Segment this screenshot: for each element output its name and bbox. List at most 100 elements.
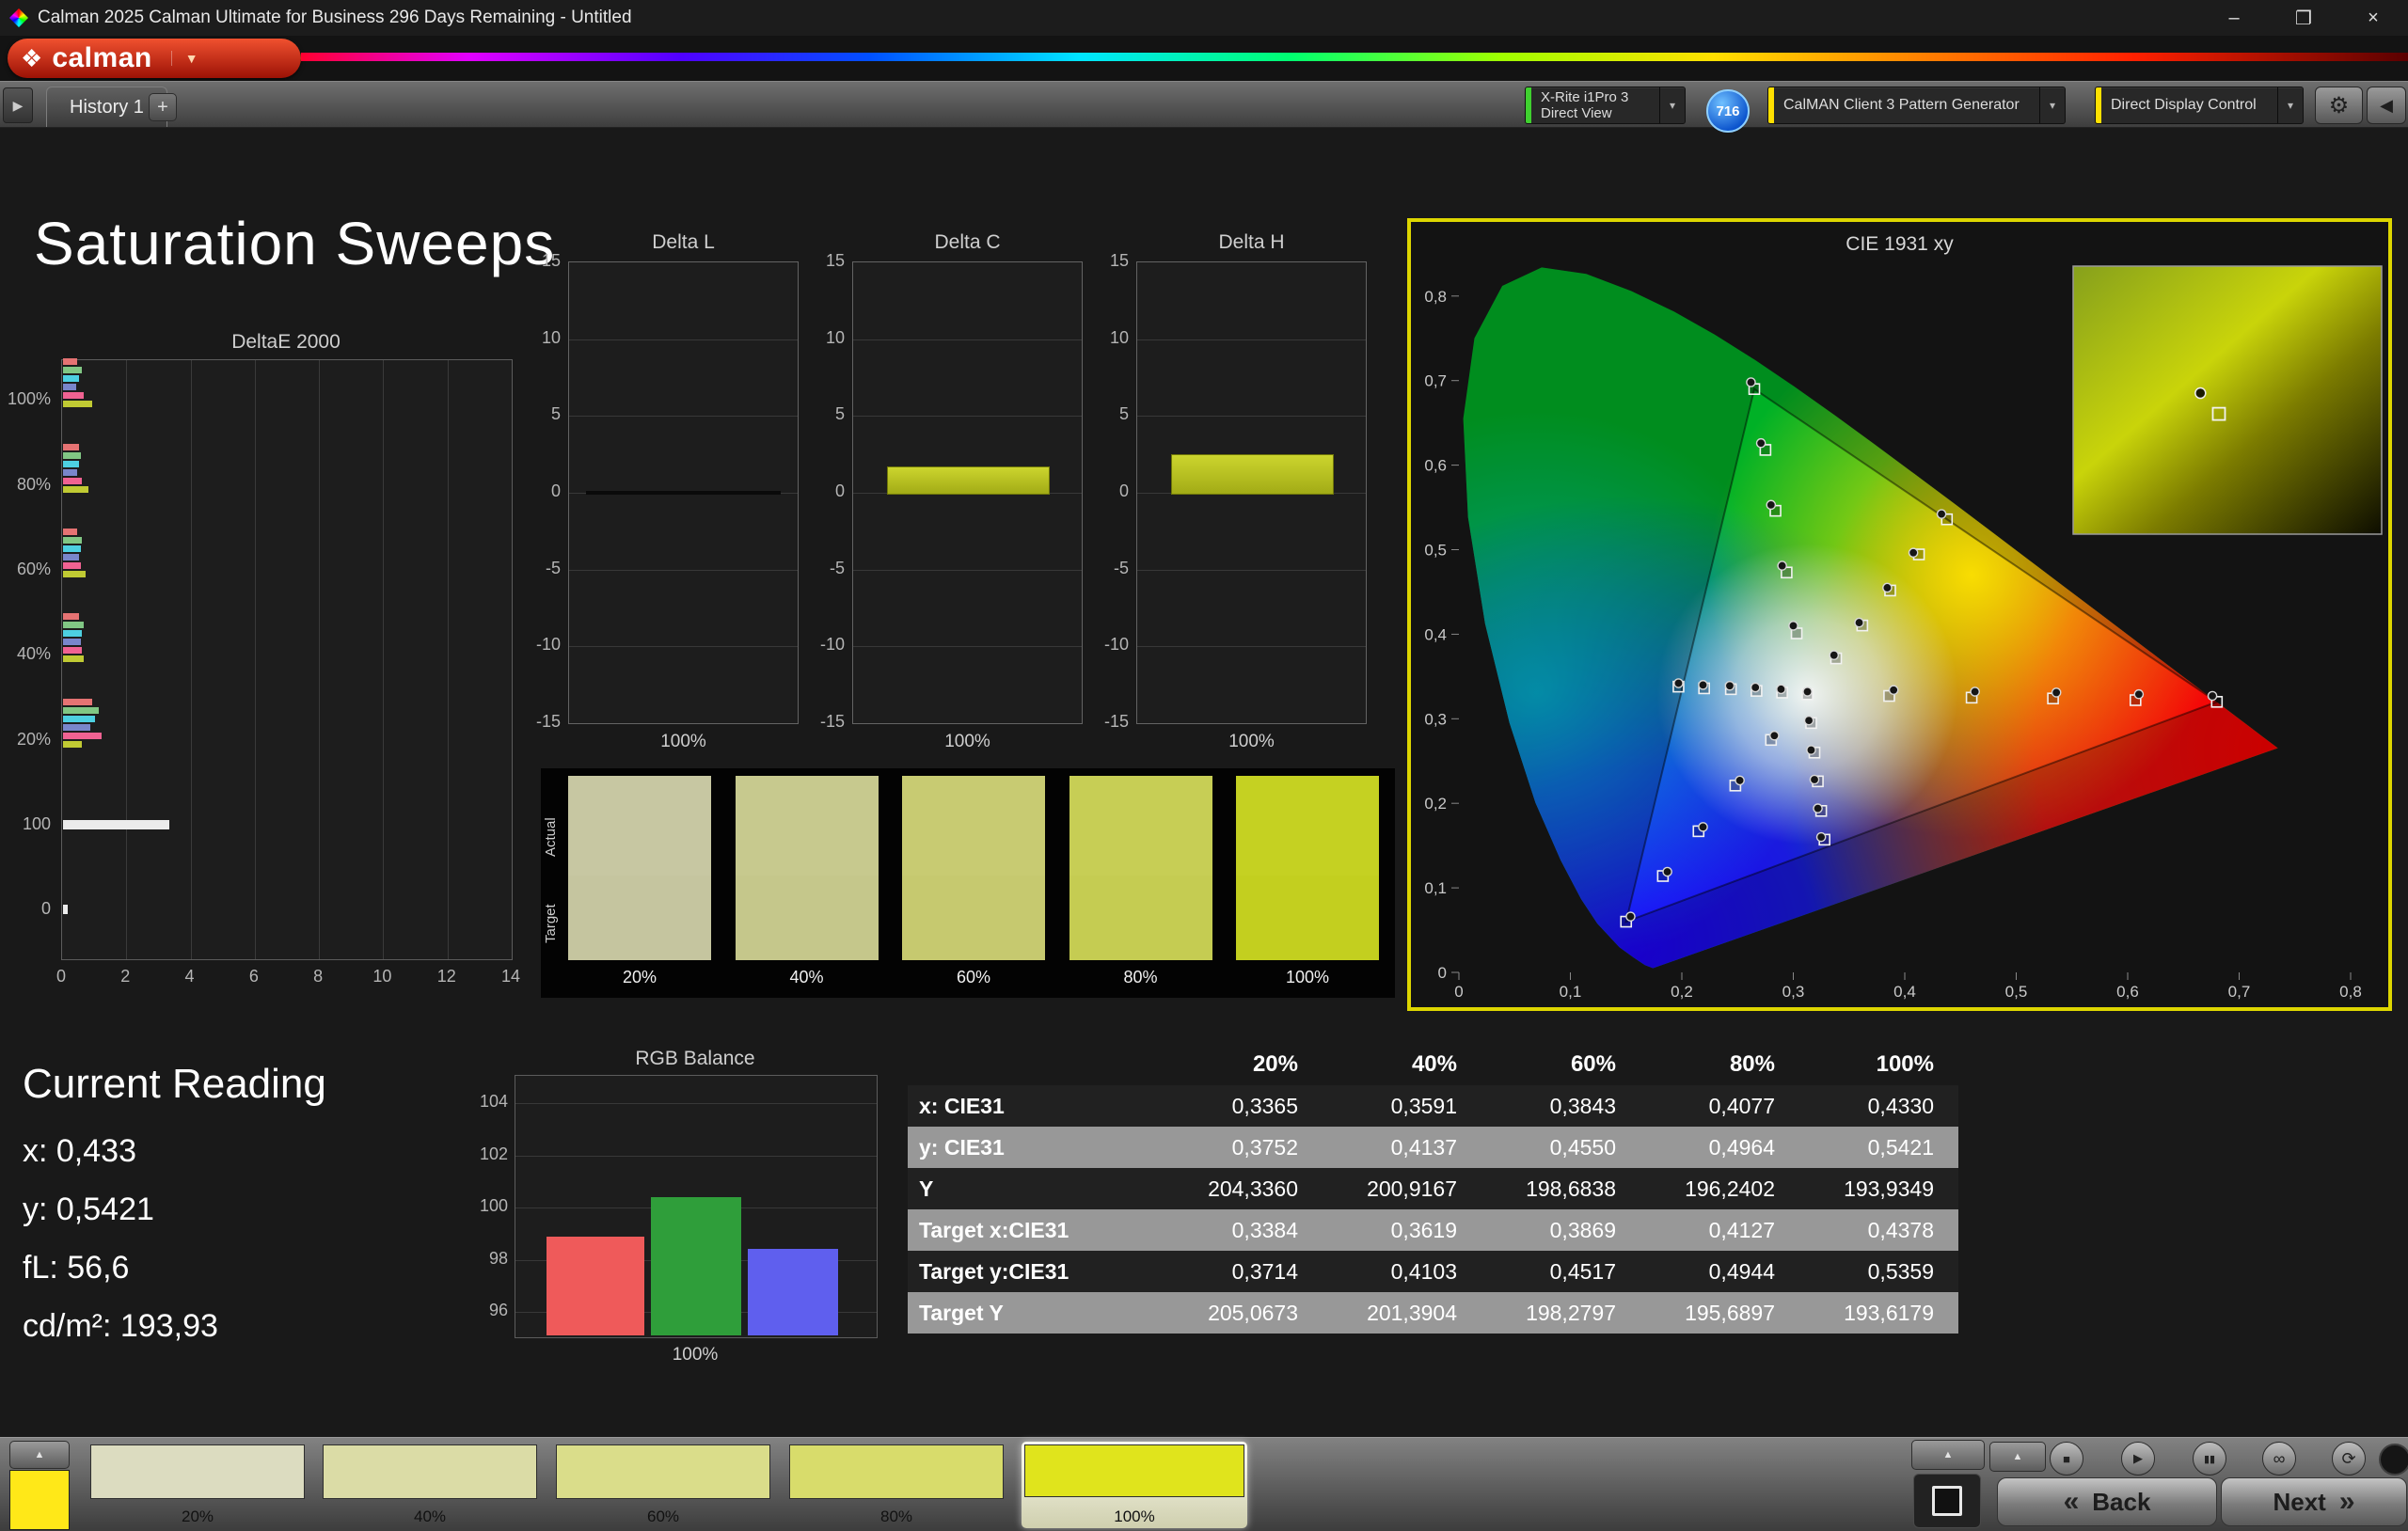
bar (63, 647, 82, 654)
maximize-button[interactable]: ❐ (2269, 0, 2338, 36)
calman-wordmark: calman (52, 42, 151, 74)
pause-icon[interactable]: ▮▮ (2193, 1442, 2226, 1476)
gridline (569, 570, 798, 571)
table-cell: 0,4077 (1640, 1085, 1799, 1127)
deltae2000-category-labels: 100%80%60%40%20%1000 (0, 359, 55, 958)
bar (63, 820, 169, 829)
add-tab-button[interactable]: + (149, 93, 177, 121)
rgb-balance-y-axis: 9698100102104 (468, 1075, 508, 1336)
pattern-item-100%[interactable]: 100% (1022, 1442, 1247, 1528)
table-header: 40% (1323, 1044, 1481, 1085)
table-row: Target y:CIE310,37140,41030,45170,49440,… (908, 1251, 1958, 1292)
y-tick-label: 5 (1119, 404, 1129, 424)
category-label: 0 (41, 899, 51, 919)
title-bar-left: Calman 2025 Calman Ultimate for Business… (0, 8, 632, 28)
gridline (1137, 646, 1366, 647)
pattern-window-icon (1932, 1486, 1962, 1516)
pattern-generator-label: CalMAN Client 3 Pattern Generator (1774, 87, 2039, 123)
chevron-up-icon[interactable]: ▲ (1911, 1440, 1985, 1470)
bar (63, 529, 77, 535)
y-tick-label: 5 (835, 404, 845, 424)
pattern-label: 40% (320, 1507, 540, 1526)
y-tick-label: 98 (489, 1249, 508, 1269)
target-swatch (902, 876, 1045, 960)
meter-label: X-Rite i1Pro 3 Direct View (1531, 87, 1659, 123)
bar (63, 358, 77, 365)
history-expand-icon[interactable]: ▶ (3, 87, 33, 123)
category-label: 20% (17, 730, 51, 750)
svg-text:0,2: 0,2 (1671, 983, 1693, 1001)
pattern-item-60%[interactable]: 60% (553, 1442, 773, 1528)
bar (63, 622, 84, 628)
cie-1931-diagram: 00,10,20,30,40,50,60,70,800,10,20,30,40,… (1411, 222, 2388, 1007)
delta-h-title: Delta H (1136, 231, 1367, 254)
collapse-panel-icon[interactable]: ◀ (2367, 87, 2406, 124)
delta-c-y-axis: 151050-5-10-15 (803, 261, 845, 722)
svg-text:0,8: 0,8 (2339, 983, 2362, 1001)
x-tick-label: 12 (428, 967, 466, 986)
chevron-up-icon[interactable]: ▲ (1989, 1442, 2046, 1472)
pattern-item-20%[interactable]: 20% (87, 1442, 308, 1528)
rgb-balance-title: RGB Balance (515, 1048, 876, 1070)
y-tick-label: -5 (546, 559, 561, 578)
table-cell: 0,4330 (1799, 1085, 1958, 1127)
svg-text:0,4: 0,4 (1424, 625, 1447, 643)
status-indicator-dot (2379, 1444, 2408, 1476)
row-label: Y (908, 1168, 1164, 1209)
pattern-window-button[interactable] (1913, 1474, 1981, 1528)
y-tick-label: 15 (826, 251, 845, 271)
table-cell: 0,4103 (1323, 1251, 1481, 1292)
pattern-item-80%[interactable]: 80% (786, 1442, 1006, 1528)
app-window: Calman 2025 Calman Ultimate for Business… (0, 0, 2408, 1531)
bar (63, 392, 84, 399)
gear-icon[interactable]: ⚙ (2315, 87, 2363, 124)
bar (63, 630, 82, 637)
stop-icon[interactable]: ■ (2050, 1442, 2083, 1476)
pattern-item-40%[interactable]: 40% (320, 1442, 540, 1528)
delta-h-y-axis: 151050-5-10-15 (1087, 261, 1129, 722)
pattern-preview-swatch (9, 1470, 70, 1530)
bar (63, 375, 79, 382)
bar (63, 655, 84, 662)
category-label: 100 (23, 814, 51, 834)
bar (63, 571, 86, 577)
gridline (1137, 416, 1366, 417)
table-cell: 0,3619 (1323, 1209, 1481, 1251)
refresh-icon[interactable]: ⟳ (2332, 1442, 2366, 1476)
next-button[interactable]: Next » (2221, 1477, 2407, 1526)
y-tick-label: -15 (820, 712, 845, 732)
y-tick-label: 10 (826, 328, 845, 348)
chevron-down-icon: ▾ (2277, 87, 2303, 123)
display-control-dropdown[interactable]: Direct Display Control ▾ (2095, 87, 2304, 124)
bar (63, 905, 68, 914)
table-header: 80% (1640, 1044, 1799, 1085)
play-icon[interactable]: ▶ (2121, 1442, 2155, 1476)
reading-cdm2: cd/m²: 193,93 (23, 1308, 218, 1345)
svg-text:0,8: 0,8 (1424, 288, 1447, 306)
minimize-button[interactable]: – (2199, 0, 2269, 36)
meter-dropdown[interactable]: X-Rite i1Pro 3 Direct View ▾ (1525, 87, 1686, 124)
table-cell: 205,0673 (1164, 1292, 1323, 1334)
rainbow-strip (301, 53, 2408, 61)
back-button[interactable]: « Back (1997, 1477, 2217, 1526)
gridline (569, 339, 798, 340)
calman-menu-button[interactable]: ❖ calman ▼ (8, 39, 301, 78)
back-chevron-icon: « (2064, 1486, 2080, 1518)
close-button[interactable]: × (2338, 0, 2408, 36)
bar (63, 486, 88, 493)
y-tick-label: 0 (1119, 481, 1129, 501)
svg-text:0,1: 0,1 (1424, 879, 1447, 897)
gridline (569, 646, 798, 647)
bar (63, 444, 79, 450)
cie-1931-panel: 00,10,20,30,40,50,60,70,800,10,20,30,40,… (1407, 218, 2392, 1011)
chevron-up-icon[interactable]: ▲ (9, 1441, 70, 1469)
swatch-label: 60% (902, 968, 1045, 987)
row-label: x: CIE31 (908, 1085, 1164, 1127)
gridline (383, 360, 384, 959)
loop-icon[interactable]: ∞ (2262, 1442, 2296, 1476)
pattern-generator-dropdown[interactable]: CalMAN Client 3 Pattern Generator ▾ (1767, 87, 2066, 124)
pattern-window-panel: ▲ (1911, 1440, 1983, 1530)
y-tick-label: 15 (1110, 251, 1129, 271)
actual-target-swatch-strip: Actual Target 20%40%60%80%100% (541, 768, 1395, 998)
bar (63, 554, 79, 560)
